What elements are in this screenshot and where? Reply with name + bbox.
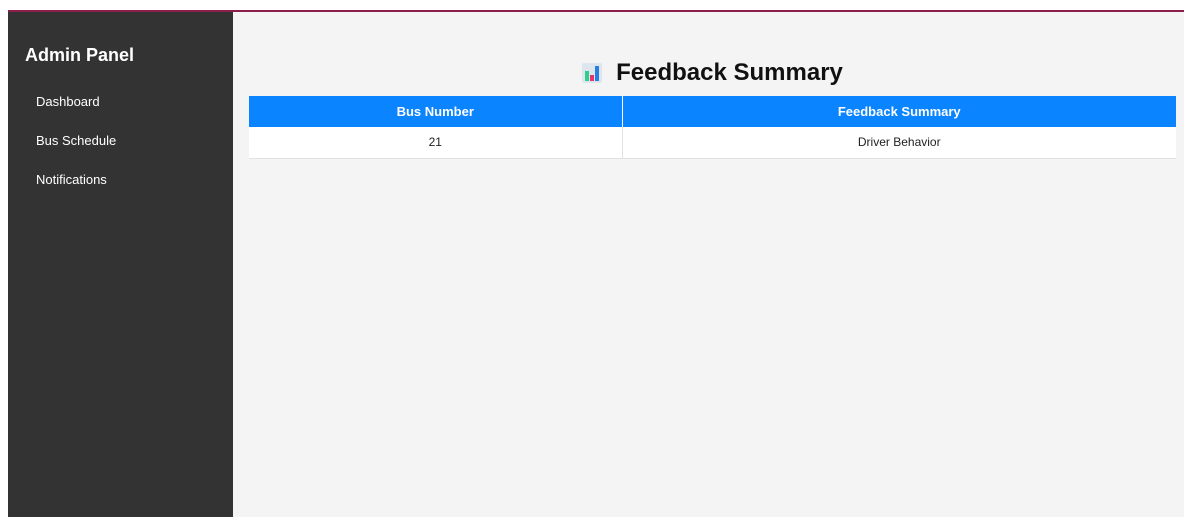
bar-chart-icon <box>582 63 603 83</box>
sidebar: Admin Panel Dashboard Bus Schedule Notif… <box>8 12 233 517</box>
column-header-bus-number: Bus Number <box>249 96 623 127</box>
page-title-row: Feedback Summary <box>249 50 1176 96</box>
cell-feedback-summary: Driver Behavior <box>622 127 1176 159</box>
cell-bus-number: 21 <box>249 127 623 159</box>
table-header-row: Bus Number Feedback Summary <box>249 96 1176 127</box>
column-header-feedback-summary: Feedback Summary <box>622 96 1176 127</box>
sidebar-item-notifications[interactable]: Notifications <box>8 170 233 209</box>
page-title: Feedback Summary <box>616 59 843 86</box>
table-row: 21 Driver Behavior <box>249 127 1176 159</box>
feedback-table: Bus Number Feedback Summary 21 Driver Be… <box>249 96 1176 159</box>
sidebar-item-dashboard[interactable]: Dashboard <box>8 92 233 131</box>
app-frame: Admin Panel Dashboard Bus Schedule Notif… <box>8 10 1184 517</box>
sidebar-title: Admin Panel <box>25 45 135 65</box>
sidebar-item-bus-schedule[interactable]: Bus Schedule <box>8 131 233 170</box>
main-content: Feedback Summary Bus Number Feedback Sum… <box>233 12 1184 517</box>
